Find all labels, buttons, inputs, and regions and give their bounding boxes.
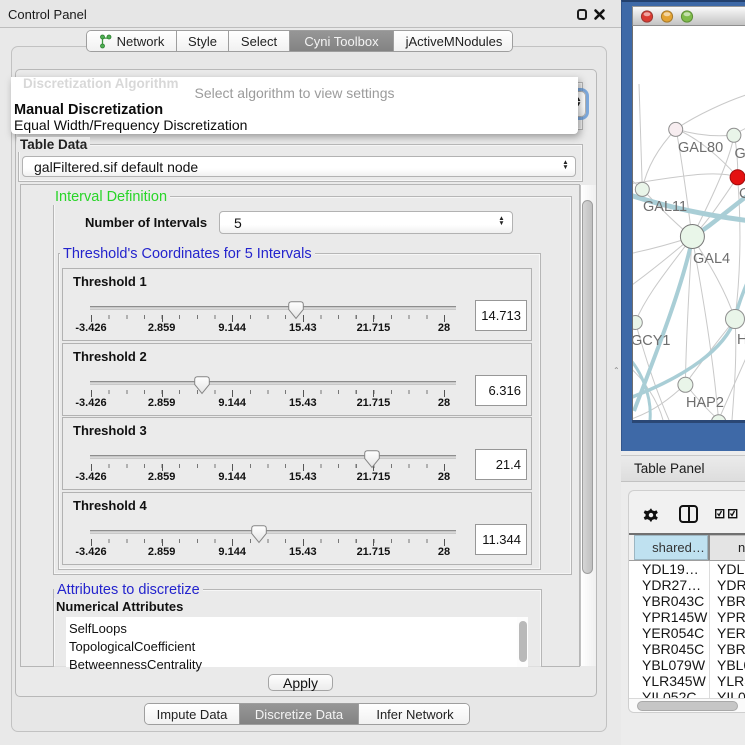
svg-text:GCY1: GCY1 bbox=[633, 333, 671, 349]
svg-text:GA: GA bbox=[735, 146, 745, 162]
svg-text:HAP2: HAP2 bbox=[686, 395, 724, 411]
svg-text:GAL4: GAL4 bbox=[693, 251, 730, 267]
svg-text:HI: HI bbox=[737, 332, 745, 348]
svg-text:GAL11: GAL11 bbox=[643, 199, 687, 215]
svg-text:GAL80: GAL80 bbox=[678, 140, 723, 156]
svg-text:C: C bbox=[739, 186, 745, 202]
